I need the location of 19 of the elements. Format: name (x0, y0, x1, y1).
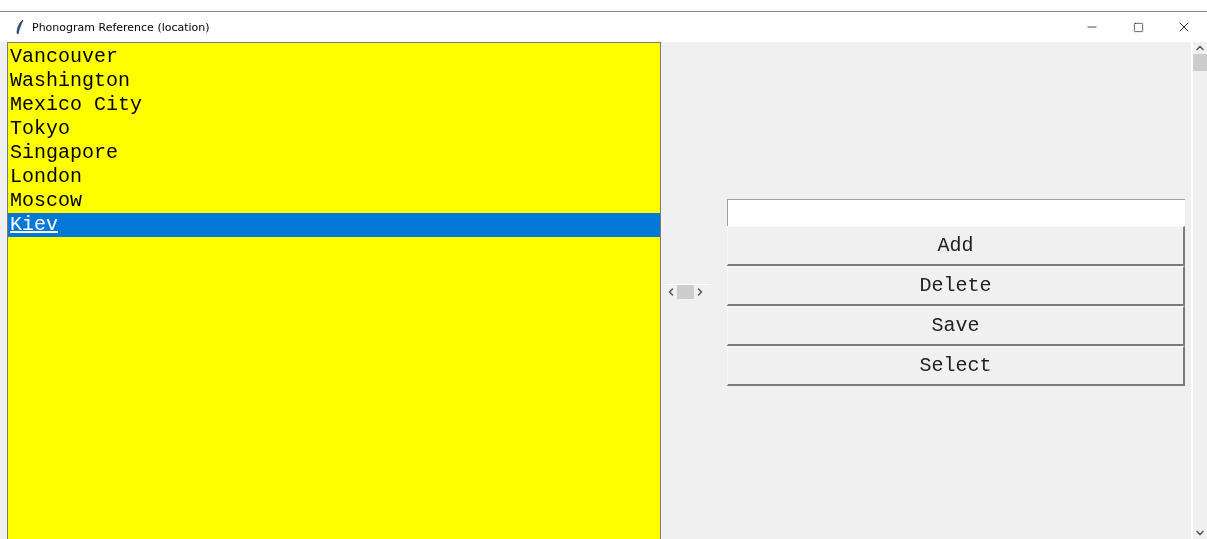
maximize-icon (1132, 21, 1144, 33)
scrollbar-thumb[interactable] (1193, 54, 1207, 71)
action-button[interactable]: Select (727, 346, 1185, 386)
vertical-scrollbar[interactable] (1191, 42, 1207, 539)
list-item[interactable]: Vancouver (8, 45, 660, 69)
scrollbar-thumb[interactable] (677, 285, 694, 299)
list-item[interactable]: Tokyo (8, 117, 660, 141)
input-field[interactable] (727, 199, 1185, 226)
feather-icon (16, 20, 24, 34)
window-title: Phonogram Reference (location) (32, 20, 211, 34)
action-button[interactable]: Delete (727, 266, 1185, 306)
list-item[interactable]: Kiev (8, 213, 660, 237)
list-item[interactable]: Mexico City (8, 93, 660, 117)
action-button[interactable]: Add (727, 226, 1185, 266)
list-item[interactable]: Washington (8, 69, 660, 93)
action-button[interactable]: Save (727, 306, 1185, 346)
list-item[interactable]: London (8, 165, 660, 189)
list-item[interactable]: Singapore (8, 141, 660, 165)
list-item[interactable]: Moscow (8, 189, 660, 213)
